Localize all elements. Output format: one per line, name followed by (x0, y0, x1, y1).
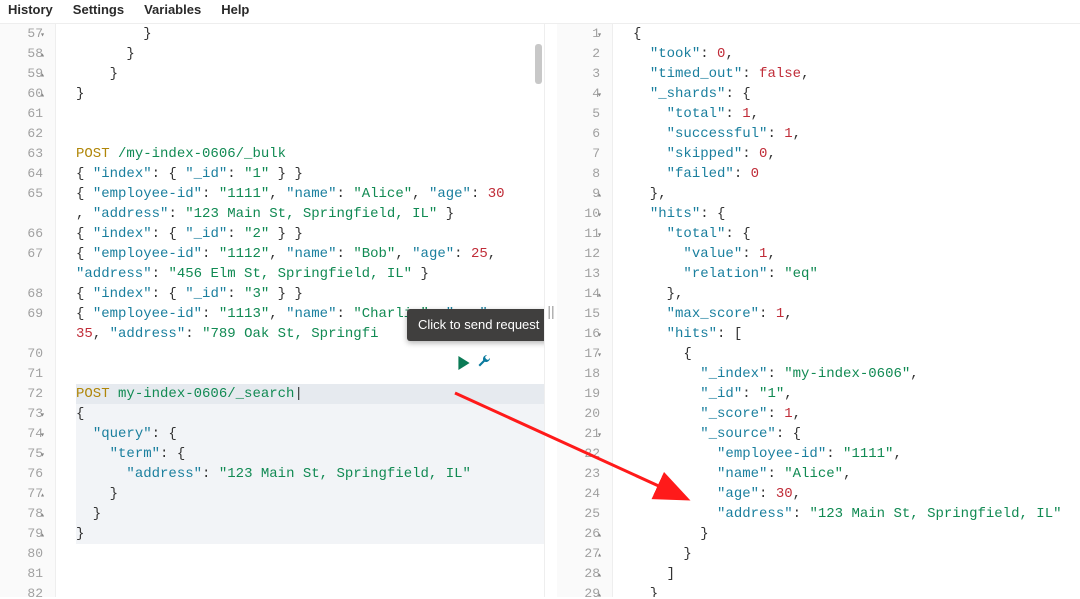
response-viewer[interactable]: 1▾234▾56789▴10▾11▾121314▴1516▾17▾1819202… (557, 24, 1080, 597)
gutter-left: 57▾58▴59▴60▴61626364656667686970717273▾7… (0, 24, 56, 597)
request-options-icon[interactable] (476, 354, 492, 377)
run-request-icon[interactable] (457, 356, 471, 370)
request-editor[interactable]: 57▾58▴59▴60▴61626364656667686970717273▾7… (0, 24, 545, 597)
send-request-tooltip: Click to send request (407, 309, 545, 341)
menu-history[interactable]: History (8, 2, 53, 17)
scrollbar-thumb[interactable] (535, 44, 542, 84)
gutter-right: 1▾234▾56789▴10▾11▾121314▴1516▾17▾1819202… (557, 24, 613, 597)
menubar: History Settings Variables Help (0, 0, 1080, 24)
menu-settings[interactable]: Settings (73, 2, 124, 17)
pane-splitter[interactable]: || (545, 24, 557, 597)
menu-variables[interactable]: Variables (144, 2, 201, 17)
menu-help[interactable]: Help (221, 2, 249, 17)
code-right: { "took": 0, "timed_out": false, "_shard… (613, 24, 1080, 597)
